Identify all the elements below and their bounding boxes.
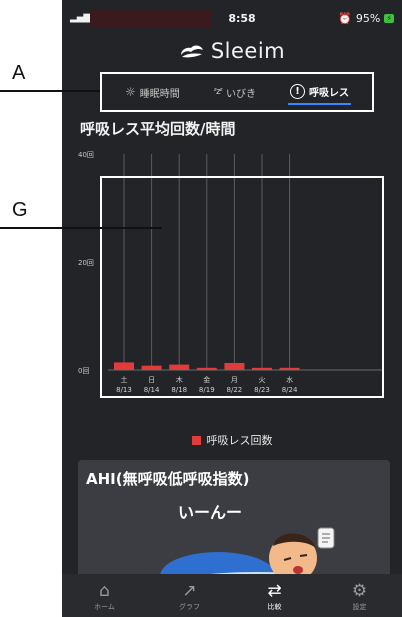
ahi-card-title: AHI(無呼吸低呼吸指数) — [86, 470, 250, 488]
bottom-nav: ⌂ ホーム ↗ グラフ ⇄ 比較 ⚙ 設定 — [62, 574, 402, 617]
nav-settings[interactable]: ⚙ 設定 — [317, 574, 402, 617]
callout-label-a: A — [12, 62, 26, 84]
callout-label-g: G — [12, 199, 28, 221]
nav-label: 比較 — [267, 603, 282, 611]
y-tick-label: 0回 — [78, 367, 89, 375]
legend-swatch — [191, 435, 201, 445]
trend-icon: ↗ — [182, 581, 197, 601]
callout-leader-a — [0, 90, 100, 92]
nav-home[interactable]: ⌂ ホーム — [62, 574, 147, 617]
legend-label: 呼吸レス回数 — [206, 434, 273, 447]
callout-leader-g — [0, 227, 162, 229]
gear-icon: ⚙ — [351, 581, 368, 601]
nav-label: 設定 — [352, 603, 367, 611]
nav-graph[interactable]: ↗ グラフ — [147, 574, 232, 617]
nav-compare[interactable]: ⇄ 比較 — [232, 574, 317, 617]
nav-label: ホーム — [94, 603, 115, 611]
home-icon: ⌂ — [99, 581, 110, 601]
y-tick-label: 20回 — [78, 259, 94, 267]
callout-frame-g — [100, 176, 384, 398]
compare-icon: ⇄ — [267, 581, 282, 601]
chart-legend: 呼吸レス回数 — [62, 432, 402, 448]
nav-label: グラフ — [179, 603, 200, 611]
ahi-card[interactable]: AHI(無呼吸低呼吸指数) いーんー — [78, 460, 390, 590]
speech-text: いーんー — [178, 503, 242, 522]
y-tick-label: 40回 — [78, 151, 94, 159]
